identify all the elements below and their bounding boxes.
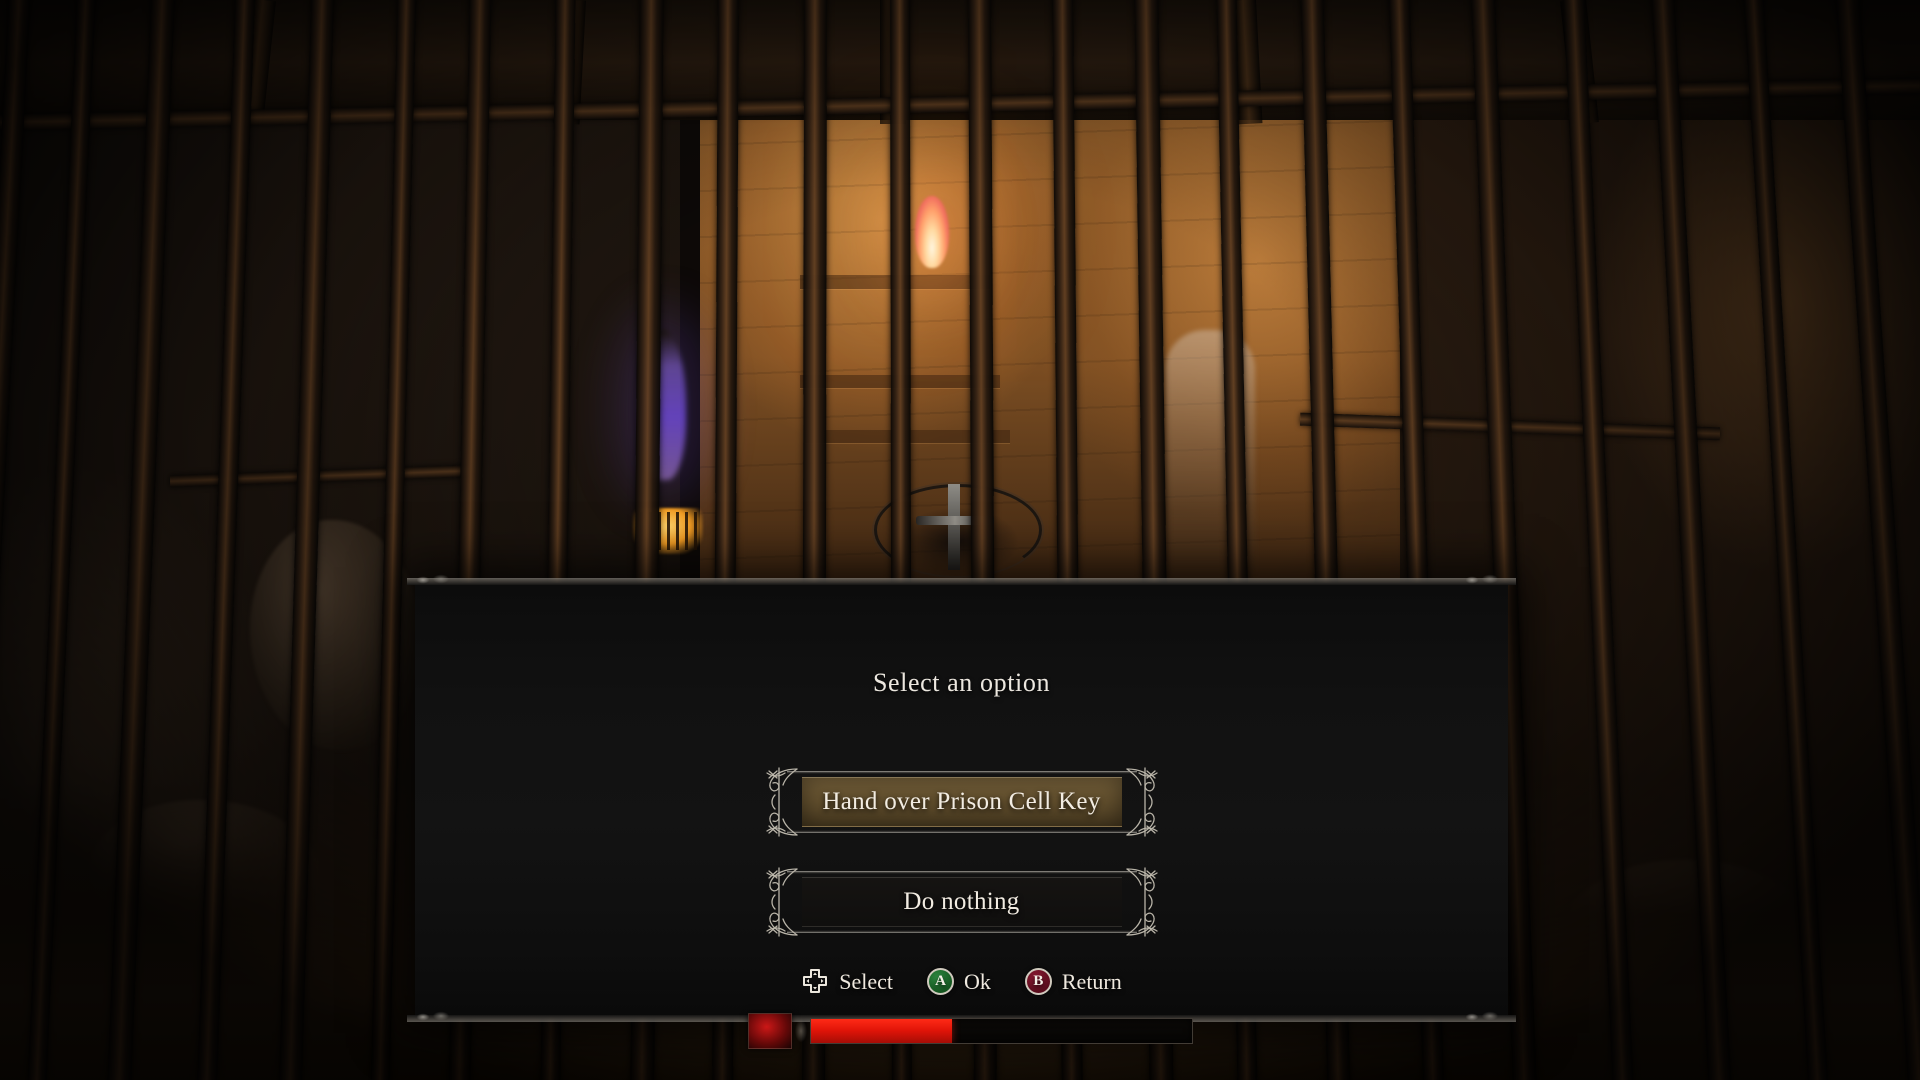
select-option-dialog: Select an option Hand over Prison Cell K… <box>407 571 1516 1026</box>
option-hand-over-prison-cell-key[interactable]: Hand over Prison Cell Key <box>765 765 1158 839</box>
blood-portrait-icon <box>748 1013 792 1049</box>
b-button-icon: B <box>1024 968 1052 995</box>
prompt-ok[interactable]: A Ok <box>926 968 991 995</box>
input-prompt-bar: Select A Ok B Return <box>415 968 1508 995</box>
option-label: Do nothing <box>903 888 1020 915</box>
prompt-return[interactable]: B Return <box>1024 968 1122 995</box>
player-hud <box>748 1013 1193 1049</box>
option-list: Hand over Prison Cell Key Do nothing <box>415 765 1508 965</box>
health-bar <box>810 1018 1193 1044</box>
dialog-top-border <box>407 571 1516 589</box>
health-bar-fill <box>811 1019 952 1043</box>
prompt-select[interactable]: Select <box>801 968 893 995</box>
option-do-nothing[interactable]: Do nothing <box>765 865 1158 939</box>
prompt-select-label: Select <box>839 968 893 994</box>
dialog-title: Select an option <box>872 668 1051 697</box>
altar-emblem-sword <box>948 484 960 570</box>
prompt-ok-label: Ok <box>963 968 991 994</box>
prompt-return-label: Return <box>1061 968 1122 994</box>
a-button-icon: A <box>926 968 954 995</box>
wall-torch-flame <box>915 196 949 268</box>
option-label: Hand over Prison Cell Key <box>822 788 1101 815</box>
hud-ornament-icon <box>792 1013 810 1049</box>
dpad-icon <box>801 968 829 995</box>
